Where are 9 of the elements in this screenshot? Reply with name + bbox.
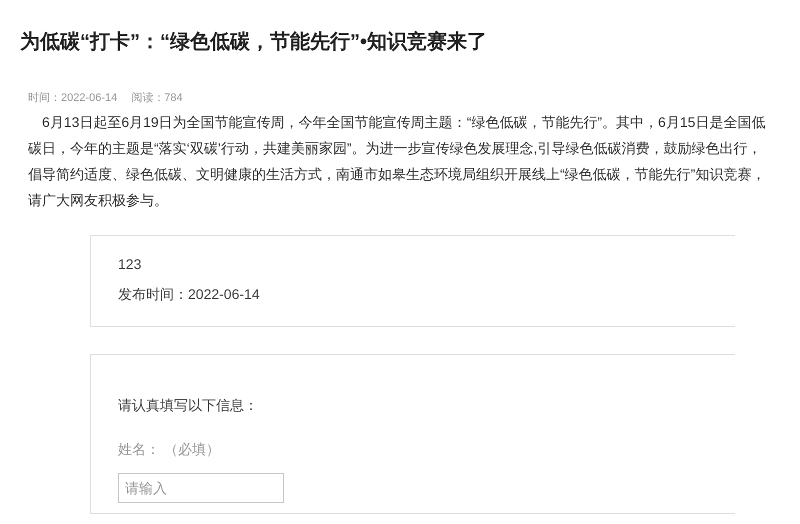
article-body: 6月13日起至6月19日为全国节能宣传周，今年全国节能宣传周主题：“绿色低碳，节能先行”。其中，6月15日是全国低碳日，今年的主题是“落实‘双碳’行动，共建美丽家园”。为进一步宣传绿色发展理念,引导绿色低碳消费，鼓励绿色出行，倡导简约适度、绿色低碳、文明健康的生活方式，南通市如皋生态环境局组织开展线上“绿色低碳，节能先行”知识竞赛，请广大网友积极参与。 bbox=[28, 113, 766, 210]
field-label: 姓名： （必填） bbox=[118, 440, 221, 459]
publish-date: 发布时间：2022-06-14 bbox=[118, 285, 261, 304]
meta-text: 阅读：784 bbox=[131, 91, 183, 105]
form-intro: 请认真填写以下信息： bbox=[118, 396, 259, 415]
article-title: 为低碳“打卡”：“绿色低碳，节能先行”•知识竞赛来了 bbox=[20, 30, 488, 55]
info-name: 123 bbox=[118, 255, 142, 274]
input-field[interactable]: 请输入 bbox=[118, 473, 284, 503]
meta-text: 时间：2022-06-14 bbox=[28, 91, 118, 105]
